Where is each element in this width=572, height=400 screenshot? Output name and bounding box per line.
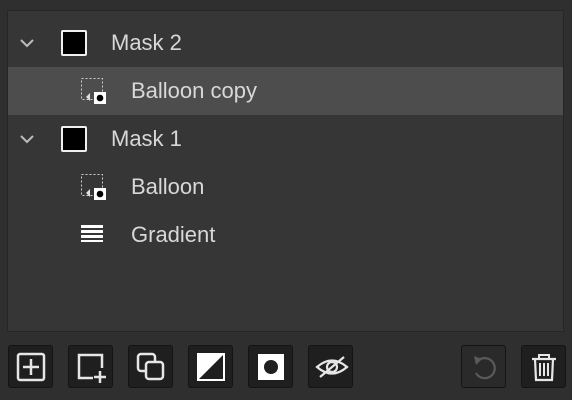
trash-icon (532, 354, 556, 382)
shape-layer-icon (81, 78, 106, 104)
diagonal-half-icon (197, 353, 225, 381)
mask-button[interactable] (188, 345, 233, 388)
plus-square-icon (16, 352, 46, 382)
layer-row-gradient[interactable]: Gradient (8, 211, 563, 259)
reset-button[interactable] (461, 345, 506, 388)
layer-label: Gradient (131, 222, 216, 247)
duplicate-icon (136, 352, 165, 381)
circle-in-square-icon (258, 354, 284, 380)
layer-row-balloon[interactable]: Balloon (8, 163, 563, 211)
shape-layer-icon (81, 174, 106, 200)
square-plus-corner-icon (77, 353, 106, 383)
visibility-button[interactable] (308, 345, 353, 388)
mask-swatch[interactable] (61, 126, 87, 152)
delete-button[interactable] (521, 345, 566, 388)
layer-label: Mask 2 (111, 30, 182, 55)
chevron-down-icon[interactable] (18, 131, 36, 147)
duplicate-layer-button[interactable] (128, 345, 173, 388)
gradient-layer-icon (81, 225, 103, 242)
layer-label: Balloon (131, 174, 205, 199)
layers-panel: Mask 2 Balloon copy Mask 1 Balloon Gradi… (7, 10, 564, 332)
undo-icon (474, 356, 496, 380)
eye-slash-icon (315, 356, 349, 378)
add-child-layer-button[interactable] (68, 345, 113, 388)
layer-row-balloon-copy[interactable]: Balloon copy (8, 67, 563, 115)
layer-row-mask-1[interactable]: Mask 1 (8, 115, 563, 163)
mask-swatch[interactable] (61, 30, 87, 56)
add-layer-button[interactable] (8, 345, 53, 388)
chevron-down-icon[interactable] (18, 35, 36, 51)
layer-label: Balloon copy (131, 78, 257, 103)
shape-button[interactable] (248, 345, 293, 388)
layer-row-mask-2[interactable]: Mask 2 (8, 19, 563, 67)
layer-label: Mask 1 (111, 126, 182, 151)
